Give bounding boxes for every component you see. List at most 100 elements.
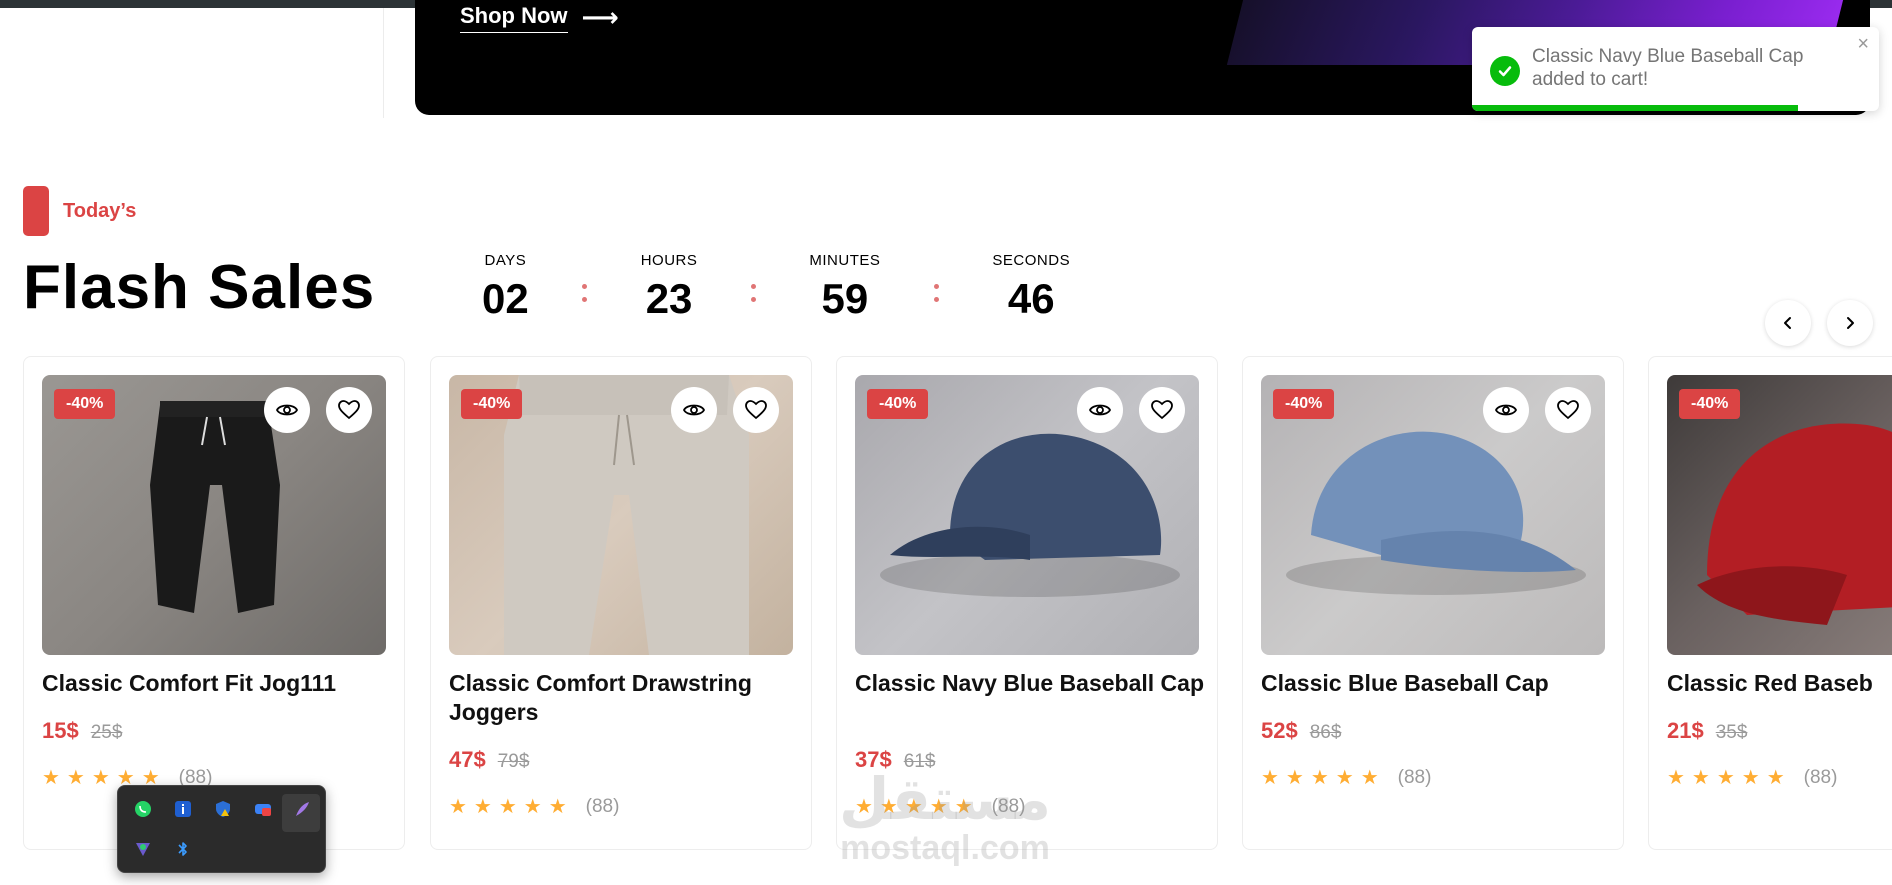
shop-now-link[interactable]: Shop Now ⟶ (460, 2, 619, 33)
quick-view-button[interactable] (264, 387, 310, 433)
bluetooth-icon[interactable] (173, 839, 193, 859)
cart-toast: Classic Navy Blue Baseball Cap added to … (1472, 27, 1879, 111)
discount-badge: -40% (1679, 389, 1741, 419)
chevron-left-icon (1784, 317, 1791, 329)
countdown-days: DAYS 02 (482, 252, 529, 323)
product-title[interactable]: Classic Red Baseb (1667, 669, 1892, 698)
whatsapp-icon[interactable] (133, 799, 153, 819)
product-old-price: 25$ (90, 722, 123, 743)
product-old-price: 86$ (1309, 722, 1342, 743)
section-tag-marker (23, 186, 49, 236)
product-image[interactable]: -40% (449, 375, 793, 655)
price-row: 21$ 35$ (1667, 718, 1747, 744)
price-row: 52$ 86$ (1261, 718, 1341, 744)
minutes-value: 59 (821, 275, 869, 322)
eye-icon (275, 404, 299, 416)
countdown-timer: DAYS 02 HOURS 23 MINUTES 59 SECONDS 46 (482, 252, 1070, 323)
sidebar-divider (383, 8, 384, 118)
hours-label: HOURS (640, 252, 698, 269)
toast-progress-bar (1472, 105, 1798, 111)
discount-badge: -40% (867, 389, 929, 419)
product-old-price: 79$ (497, 751, 530, 772)
rating-row: ★★★★★ (88) (1261, 765, 1431, 790)
vpn-icon[interactable] (133, 839, 153, 859)
countdown-separator (575, 284, 595, 302)
heart-icon (1557, 400, 1579, 420)
wishlist-button[interactable] (733, 387, 779, 433)
seconds-value: 46 (1007, 275, 1055, 322)
price-row: 15$ 25$ (42, 718, 122, 744)
carousel-next-button[interactable] (1827, 300, 1873, 346)
eye-icon (682, 404, 706, 416)
minutes-label: MINUTES (809, 252, 881, 269)
seconds-label: SECONDS (992, 252, 1071, 269)
product-price: 15$ (42, 718, 79, 743)
close-icon[interactable]: × (1857, 33, 1869, 56)
product-card[interactable]: -40% Classic Red Baseb 21$ 35$ ★★★★★ (88… (1648, 356, 1892, 850)
product-price: 47$ (449, 747, 486, 772)
section-tag: Today’s (23, 186, 136, 236)
product-title[interactable]: Classic Navy Blue Baseball Cap (855, 669, 1205, 698)
discount-badge: -40% (1273, 389, 1335, 419)
product-price: 37$ (855, 747, 892, 772)
system-tray-popup (117, 785, 326, 873)
info-icon[interactable] (173, 799, 193, 819)
days-value: 02 (482, 275, 529, 322)
review-count: (88) (1803, 766, 1838, 788)
star-rating: ★★★★★ (1667, 767, 1792, 789)
chevron-right-icon (1847, 317, 1854, 329)
countdown-minutes: MINUTES 59 (809, 252, 880, 323)
quick-view-button[interactable] (1483, 387, 1529, 433)
eye-icon (1494, 404, 1518, 416)
eye-icon (1088, 404, 1112, 416)
review-count: (88) (585, 795, 620, 817)
product-title[interactable]: Classic Blue Baseball Cap (1261, 669, 1611, 698)
shop-now-label: Shop Now (460, 3, 568, 33)
discount-badge: -40% (461, 389, 523, 419)
product-image[interactable]: -40% (855, 375, 1199, 655)
rating-row: ★★★★★ (88) (1667, 765, 1837, 790)
countdown-separator (743, 284, 763, 302)
product-image[interactable]: -40% (1261, 375, 1605, 655)
product-image[interactable]: -40% (42, 375, 386, 655)
product-old-price: 35$ (1715, 722, 1748, 743)
check-circle-icon (1490, 56, 1520, 86)
section-tag-label: Today’s (63, 199, 137, 222)
hours-value: 23 (645, 275, 693, 322)
countdown-separator (926, 284, 946, 302)
product-title[interactable]: Classic Comfort Drawstring Joggers (449, 669, 799, 727)
countdown-hours: HOURS 23 (641, 252, 698, 323)
product-card[interactable]: -40% Classic Comfort Drawstring Joggers … (430, 356, 812, 850)
star-rating: ★★★★★ (449, 796, 574, 818)
shield-warning-icon[interactable] (213, 799, 233, 819)
price-row: 47$ 79$ (449, 747, 529, 773)
feather-icon[interactable] (292, 799, 312, 819)
heart-icon (1151, 400, 1173, 420)
product-price: 21$ (1667, 718, 1704, 743)
cloud-icon[interactable] (253, 799, 273, 819)
product-price: 52$ (1261, 718, 1298, 743)
product-title[interactable]: Classic Comfort Fit Jog111 (42, 669, 392, 698)
toast-message: Classic Navy Blue Baseball Cap added to … (1532, 46, 1804, 90)
wishlist-button[interactable] (326, 387, 372, 433)
star-rating: ★★★★★ (1261, 767, 1386, 789)
days-label: DAYS (484, 252, 527, 269)
rating-row: ★★★★★ (88) (449, 794, 619, 819)
product-image[interactable]: -40% (1667, 375, 1892, 655)
product-card[interactable]: -40% Classic Comfort Fit Jog111 15$ 25$ … (23, 356, 405, 850)
carousel-prev-button[interactable] (1765, 300, 1811, 346)
rating-row: ★★★★★ (88) (855, 794, 1025, 819)
product-card[interactable]: -40% Classic Blue Baseball Cap 52$ 86$ ★… (1242, 356, 1624, 850)
quick-view-button[interactable] (1077, 387, 1123, 433)
arrow-right-icon: ⟶ (581, 2, 619, 32)
wishlist-button[interactable] (1545, 387, 1591, 433)
section-title: Flash Sales (23, 253, 376, 322)
quick-view-button[interactable] (671, 387, 717, 433)
discount-badge: -40% (54, 389, 116, 419)
product-card[interactable]: -40% Classic Navy Blue Baseball Cap 37$ … (836, 356, 1218, 850)
review-count: (88) (991, 795, 1026, 817)
price-row: 37$ 61$ (855, 747, 935, 773)
wishlist-button[interactable] (1139, 387, 1185, 433)
heart-icon (745, 400, 767, 420)
product-old-price: 61$ (903, 751, 936, 772)
